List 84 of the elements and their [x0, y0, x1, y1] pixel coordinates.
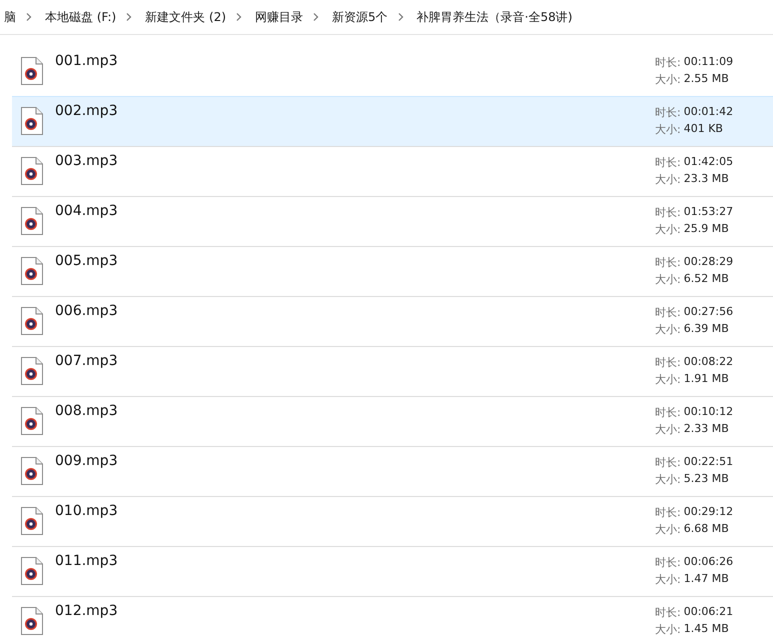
- size-value: 401 KB: [684, 122, 723, 137]
- duration-value: 00:22:51: [684, 455, 734, 470]
- breadcrumb-item[interactable]: 补脾胃养生法（录音·全58讲): [412, 6, 576, 28]
- chevron-icon: [313, 13, 320, 21]
- size-value: 5.23 MB: [684, 472, 729, 487]
- duration-value: 00:29:12: [684, 505, 734, 520]
- duration-value: 00:28:29: [684, 255, 734, 270]
- duration-label: 时长:: [655, 105, 681, 120]
- duration-value: 00:08:22: [684, 355, 734, 370]
- size-label: 大小:: [655, 472, 681, 487]
- duration-label: 时长:: [655, 605, 681, 620]
- size-value: 1.45 MB: [684, 622, 729, 637]
- audio-file-icon: [21, 307, 43, 335]
- chevron-icon: [236, 13, 242, 21]
- file-name: 011.mp3: [55, 553, 118, 571]
- duration-value: 00:01:42: [684, 105, 734, 120]
- audio-file-icon: [21, 257, 43, 285]
- duration-value: 00:10:12: [684, 405, 734, 420]
- size-label: 大小:: [655, 622, 681, 637]
- audio-file-icon: [21, 507, 43, 535]
- audio-file-icon: [21, 157, 43, 185]
- size-value: 6.68 MB: [684, 522, 729, 537]
- size-label: 大小:: [655, 72, 681, 87]
- size-label: 大小:: [655, 322, 681, 337]
- breadcrumb-item[interactable]: 网赚目录: [251, 6, 308, 28]
- duration-value: 00:11:09: [684, 55, 734, 70]
- duration-value: 01:42:05: [684, 155, 734, 170]
- size-value: 2.33 MB: [684, 422, 729, 437]
- duration-value: 00:27:56: [684, 305, 734, 320]
- file-name: 007.mp3: [55, 353, 118, 371]
- duration-label: 时长:: [655, 155, 681, 170]
- duration-label: 时长:: [655, 255, 681, 270]
- duration-value: 00:06:21: [684, 605, 734, 620]
- size-label: 大小:: [655, 172, 681, 187]
- audio-file-icon: [21, 57, 43, 85]
- audio-file-icon: [21, 357, 43, 385]
- duration-value: 00:06:26: [684, 555, 734, 570]
- breadcrumb-item[interactable]: 脑: [0, 6, 20, 28]
- size-value: 2.55 MB: [684, 72, 729, 87]
- file-name: 004.mp3: [55, 203, 118, 221]
- duration-label: 时长:: [655, 205, 681, 220]
- size-label: 大小:: [655, 222, 681, 237]
- file-name: 002.mp3: [55, 103, 118, 121]
- duration-value: 01:53:27: [684, 205, 734, 220]
- file-name: 003.mp3: [55, 153, 118, 171]
- duration-label: 时长:: [655, 555, 681, 570]
- file-name: 006.mp3: [55, 303, 118, 321]
- chevron-icon: [26, 13, 32, 21]
- file-name: 010.mp3: [55, 503, 118, 521]
- audio-file-icon: [21, 207, 43, 235]
- audio-file-icon: [21, 607, 43, 635]
- size-label: 大小:: [655, 372, 681, 387]
- audio-file-icon: [21, 557, 43, 585]
- audio-file-icon: [21, 407, 43, 435]
- duration-label: 时长:: [655, 455, 681, 470]
- size-value: 1.91 MB: [684, 372, 729, 387]
- size-value: 1.47 MB: [684, 572, 729, 587]
- breadcrumb-item[interactable]: 新资源5个: [328, 6, 392, 28]
- file-name: 012.mp3: [55, 603, 118, 621]
- size-label: 大小:: [655, 572, 681, 587]
- size-label: 大小:: [655, 272, 681, 287]
- duration-label: 时长:: [655, 505, 681, 520]
- chevron-icon: [398, 13, 404, 21]
- size-value: 23.3 MB: [684, 172, 729, 187]
- file-name: 009.mp3: [55, 453, 118, 471]
- size-value: 6.39 MB: [684, 322, 729, 337]
- size-value: 25.9 MB: [684, 222, 729, 237]
- size-label: 大小:: [655, 122, 681, 137]
- size-label: 大小:: [655, 422, 681, 437]
- duration-label: 时长:: [655, 405, 681, 420]
- size-label: 大小:: [655, 522, 681, 537]
- file-row[interactable]: 002.mp3 时长: 00:01:42 大小: 401 KB: [12, 96, 773, 147]
- duration-label: 时长:: [655, 55, 681, 70]
- file-name: 001.mp3: [55, 53, 118, 71]
- file-name: 008.mp3: [55, 403, 118, 421]
- breadcrumb-item[interactable]: 新建文件夹 (2): [141, 6, 230, 28]
- breadcrumb-item[interactable]: 本地磁盘 (F:): [41, 6, 120, 28]
- audio-file-icon: [21, 457, 43, 485]
- chevron-icon: [126, 13, 132, 21]
- audio-file-icon: [21, 107, 43, 135]
- duration-label: 时长:: [655, 305, 681, 320]
- size-value: 6.52 MB: [684, 272, 729, 287]
- file-name: 005.mp3: [55, 253, 118, 271]
- duration-label: 时长:: [655, 355, 681, 370]
